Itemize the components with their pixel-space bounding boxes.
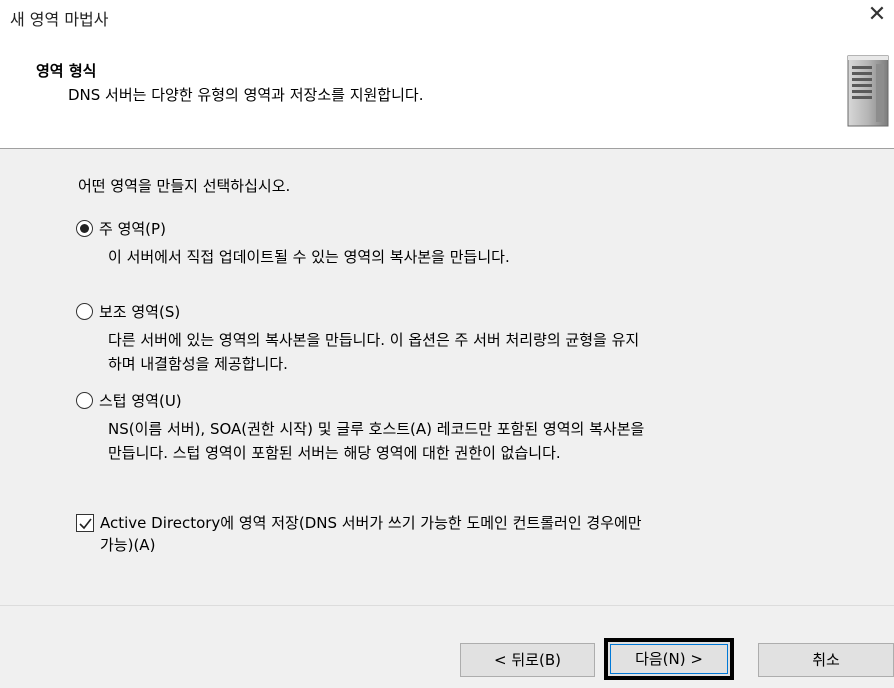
stub-zone-description: NS(이름 서버), SOA(권한 시작) 및 글루 호스트(A) 레코드만 포…	[108, 417, 644, 465]
description-line: NS(이름 서버), SOA(권한 시작) 및 글루 호스트(A) 레코드만 포…	[108, 420, 645, 438]
store-in-ad-label[interactable]: Active Directory에 영역 저장(DNS 서버가 쓰기 가능한 도…	[100, 512, 642, 556]
description-line: 다른 서버에 있는 영역의 복사본을 만듭니다. 이 옵션은 주 서버 처리량의…	[108, 331, 640, 349]
title-bar: 새 영역 마법사 ✕	[0, 0, 894, 40]
footer-divider	[0, 605, 894, 606]
description-line: 하며 내결함성을 제공합니다.	[108, 355, 288, 373]
store-in-ad-checkbox[interactable]	[76, 514, 94, 532]
radio-primary-zone[interactable]: 주 영역(P)	[76, 218, 166, 239]
zone-type-prompt: 어떤 영역을 만들지 선택하십시오.	[78, 177, 291, 195]
radio-label-primary[interactable]: 주 영역(P)	[99, 218, 166, 239]
wizard-header: 영역 형식 DNS 서버는 다양한 유형의 영역과 저장소를 지원합니다.	[0, 40, 894, 149]
checkbox-label-line: Active Directory에 영역 저장(DNS 서버가 쓰기 가능한 도…	[100, 514, 642, 532]
radio-stub-zone[interactable]: 스텁 영역(U)	[76, 390, 182, 411]
wizard-content: 어떤 영역을 만들지 선택하십시오. 주 영역(P) 이 서버에서 직접 업데이…	[0, 150, 894, 605]
page-subtitle: DNS 서버는 다양한 유형의 영역과 저장소를 지원합니다.	[68, 86, 424, 104]
cancel-button[interactable]: 취소	[758, 643, 894, 677]
description-line: 이 서버에서 직접 업데이트될 수 있는 영역의 복사본을 만듭니다.	[108, 248, 510, 266]
store-in-ad-checkbox-row[interactable]: Active Directory에 영역 저장(DNS 서버가 쓰기 가능한 도…	[76, 512, 836, 556]
radio-button-checked[interactable]	[76, 220, 93, 237]
checkmark-icon	[79, 518, 92, 530]
radio-button[interactable]	[76, 392, 93, 409]
window-title: 새 영역 마법사	[10, 10, 109, 29]
radio-label-secondary[interactable]: 보조 영역(S)	[99, 301, 180, 322]
radio-button[interactable]	[76, 303, 93, 320]
description-line: 만듭니다. 스텁 영역이 포함된 서버는 해당 영역에 대한 권한이 없습니다.	[108, 444, 561, 462]
checkbox-label-line: 가능)(A)	[100, 536, 156, 554]
back-button[interactable]: < 뒤로(B)	[460, 643, 595, 677]
next-button-label[interactable]: 다음(N) >	[610, 644, 728, 674]
radio-secondary-zone[interactable]: 보조 영역(S)	[76, 301, 180, 322]
secondary-zone-description: 다른 서버에 있는 영역의 복사본을 만듭니다. 이 옵션은 주 서버 처리량의…	[108, 328, 639, 376]
primary-zone-description: 이 서버에서 직접 업데이트될 수 있는 영역의 복사본을 만듭니다.	[108, 245, 510, 269]
next-button[interactable]: 다음(N) >	[604, 638, 734, 680]
page-title: 영역 형식	[36, 62, 97, 80]
radio-label-stub[interactable]: 스텁 영역(U)	[99, 390, 182, 411]
close-icon[interactable]: ✕	[866, 4, 888, 26]
server-icon	[847, 55, 889, 127]
